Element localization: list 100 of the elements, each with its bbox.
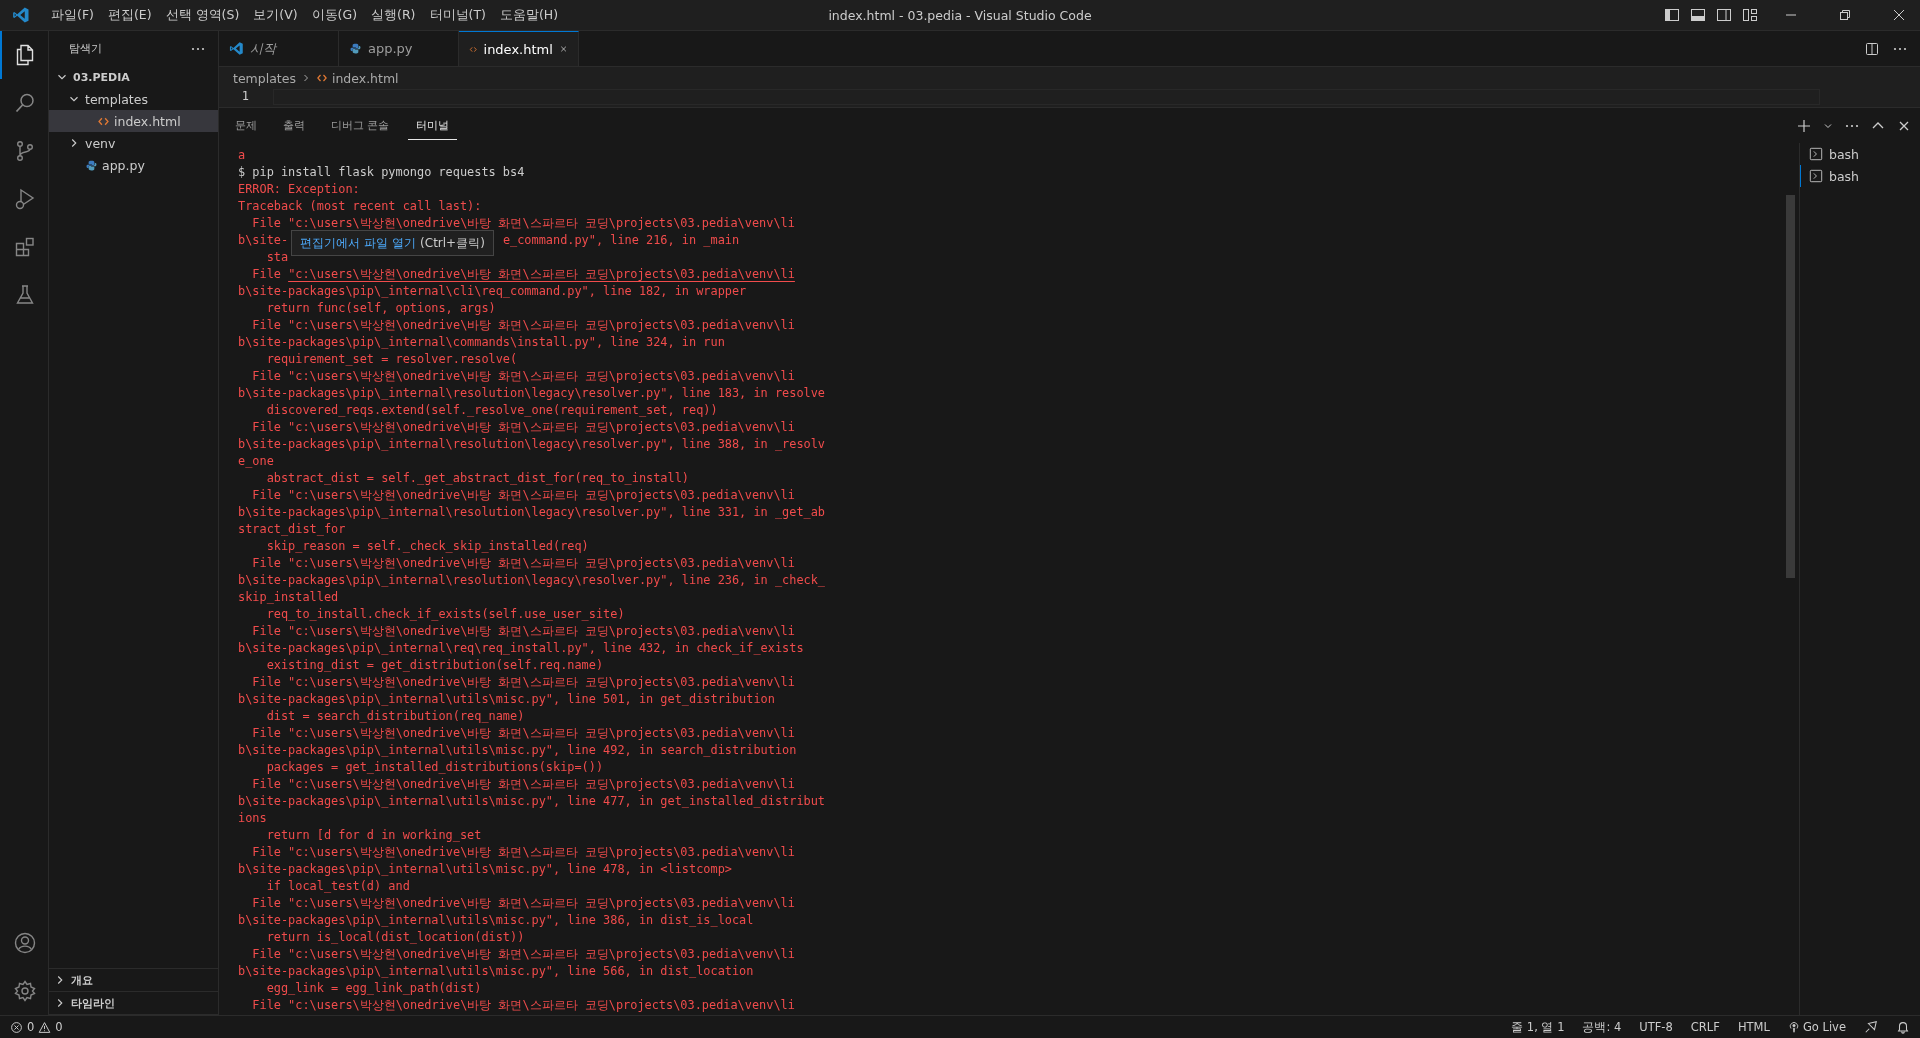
tooltip-link[interactable]: 편집기에서 파일 열기 [300,234,417,252]
menu-item[interactable]: 보기(V) [246,0,305,30]
split-editor-icon[interactable] [1864,40,1880,57]
terminal-line: return func(self, options, args) [265,301,496,315]
toggle-secondary-sidebar-icon[interactable] [1716,7,1732,23]
terminal-line: b\site- [238,233,289,247]
python-file-icon [85,158,98,172]
terminal-line: b\site-packages\pip\_internal\utils\misc.py", line 501, in get_distribution [238,692,775,706]
terminal-line: sta [265,250,289,264]
terminal-line: File "c:\users\박상현\onedrive\바탕 화면\스파르타 코딩\projects\03.pedia\venv\li [251,947,795,961]
menu-item[interactable]: 편집(E) [100,0,159,30]
terminal-line: File "c:\users\박상현\onedrive\바탕 화면\스파르타 코딩\projects\03.pedia\venv\li [251,420,795,434]
status-item[interactable]: CRLF [1690,1020,1720,1034]
tree-item[interactable]: templates [49,88,218,110]
panel-tab[interactable]: 문제 [227,112,265,139]
status-item[interactable]: UTF-8 [1639,1020,1673,1034]
terminal-line: return [d for d in working_set [265,828,482,842]
menu-item[interactable]: 선택 영역(S) [158,0,247,30]
terminal-line: File "c:\users\박상현\onedrive\바탕 화면\스파르타 코딩\projects\03.pedia\venv\li [251,216,795,230]
terminal-line: return is_local(dist_location(dist)) [265,930,525,944]
terminal-icon [1809,147,1823,161]
feedback-icon[interactable] [1864,1020,1878,1034]
terminal-line: ERROR: Exception: [238,182,360,196]
status-item[interactable]: HTML [1737,1020,1770,1034]
terminal-line: File "c:\users\박상현\onedrive\바탕 화면\스파르타 코딩\projects\03.pedia\venv\li [251,369,795,383]
terminal-line: File "c:\users\박상현\onedrive\바탕 화면\스파르타 코딩\projects\03.pedia\venv\li [251,777,795,791]
editor-tab[interactable]: 시작 [219,31,339,66]
terminal-line: discovered_reqs.extend(self._resolve_one(requirement_set, req)) [265,403,718,417]
line-number: 1 [240,89,249,105]
panel-tab[interactable]: 출력 [275,112,313,139]
restore-icon[interactable] [1837,7,1853,23]
terminal-list-item[interactable]: bash [1800,165,1920,187]
status-item[interactable]: 줄 1, 열 1 [1511,1019,1565,1035]
terminal-line: b\site-packages\pip\_internal\utils\misc.py", line 566, in dist_location [238,964,754,978]
section-header[interactable]: 개요 [49,969,218,992]
window-title: index.html - 03.pedia - Visual Studio Code [828,7,1092,23]
terminal-line: e_command.py", line 216, in _main [502,233,740,247]
sidebar-title: 탐색기 [69,41,102,56]
terminal-line: b\site-packages\pip\_internal\cli\req_command.py", line 182, in wrapper [238,284,747,298]
panel-tab[interactable]: 터미널 [407,111,457,140]
new-terminal-icon[interactable] [1796,117,1812,134]
terminal-line: File "c:\users\박상현\onedrive\바탕 화면\스파르타 코딩\projects\03.pedia\venv\li [251,556,795,570]
terminal-line: dist = search_distribution(req_name) [265,709,525,723]
warning-icon[interactable] [38,1020,52,1034]
tree-item[interactable]: index.html [49,110,218,132]
terminal-line: abstract_dist = self._get_abstract_dist_for(req_to_install) [265,471,689,485]
broadcast-icon [1787,1021,1800,1033]
terminal-line: File "c:\users\박상현\onedrive\바탕 화면\스파르타 코딩\projects\03.pedia\venv\li [251,624,795,638]
terminal-line: b\site-packages\pip\_internal\commands\install.py", line 324, in run [238,335,725,349]
terminal-line: File "c:\users\박상현\onedrive\바탕 화면\스파르타 코딩\projects\03.pedia\venv\li [251,675,795,689]
terminal-line: skip_installed [238,590,339,604]
menu-item[interactable]: 이동(G) [304,0,365,30]
file-path-link[interactable]: "c:\users\박상현\onedrive\바탕 화면\스파르타 코딩\projects\03.pedia\venv\li [288,267,795,281]
menu-item[interactable]: 도움말(H) [492,0,566,30]
terminal-line: File "c:\users\박상현\onedrive\바탕 화면\스파르타 코딩\projects\03.pedia\venv\li [251,726,795,740]
tooltip-hint: (Ctrl+클릭) [420,234,485,252]
terminal-line: b\site-packages\pip\_internal\resolution\legacy\resolver.py", line 236, in _check_ [238,573,826,587]
html-file-icon [315,72,328,84]
go-live-button[interactable]: Go Live [1787,1020,1846,1034]
terminal-line: File [251,267,282,281]
warning-count: 0 [55,1020,63,1034]
toggle-sidebar-icon[interactable] [1664,7,1680,23]
terminal-line: existing_dist = get_distribution(self.req.name) [265,658,604,672]
terminal-line: b\site-packages\pip\_internal\utils\misc.py", line 386, in dist_is_local [238,913,754,927]
terminal-line: packages = get_installed_distributions(skip=()) [265,760,604,774]
terminal-line: b\site-packages\pip\_internal\utils\misc.py", line 478, in <listcomp> [238,862,732,876]
vscode-logo-icon [229,41,244,56]
terminal-line: File "c:\users\박상현\onedrive\바탕 화면\스파르타 코딩\projects\03.pedia\venv\li [251,845,795,859]
python-file-icon [349,42,362,55]
status-item[interactable]: 공백: 4 [1582,1019,1622,1035]
layout-icon[interactable] [1742,7,1758,23]
terminal-list-item[interactable]: bash [1800,143,1920,165]
panel-tab[interactable]: 디버그 콘솔 [323,112,398,139]
editor-tab[interactable]: index.html [459,31,579,66]
terminal-line: e_one [238,454,274,468]
menu-item[interactable]: 터미널(T) [422,0,493,30]
error-icon[interactable] [10,1020,23,1034]
terminal-line: Traceback (most recent call last): [238,199,482,213]
tree-item[interactable]: 03.PEDIA [49,66,218,88]
bell-icon[interactable] [1896,1020,1910,1034]
terminal-line: File "c:\users\박상현\onedrive\바탕 화면\스파르타 코딩\projects\03.pedia\venv\li [251,488,795,502]
terminal-line: b\site-packages\pip\_internal\resolution\legacy\resolver.py", line 388, in _resolv [238,437,826,451]
breadcrumb-item[interactable]: index.html [331,70,399,86]
app-logo-icon [12,6,30,24]
breadcrumb-item[interactable]: templates [233,70,296,86]
terminal-line: requirement_set = resolver.resolve( [265,352,518,366]
tree-item[interactable]: venv [49,132,218,154]
tree-item[interactable]: app.py [49,154,218,176]
terminal-line: b\site-packages\pip\_internal\resolution\legacy\resolver.py", line 183, in resolve [238,386,826,400]
toggle-panel-icon[interactable] [1690,7,1706,23]
close-icon[interactable] [1891,7,1907,23]
terminal-line: b\site-packages\pip\_internal\resolution\legacy\resolver.py", line 331, in _get_ab [238,505,826,519]
terminal-line: $ pip install flask pymongo requests bs4 [238,165,525,179]
terminal-line: File "c:\users\박상현\onedrive\바탕 화면\스파르타 코딩\projects\03.pedia\venv\li [251,896,795,910]
menu-item[interactable]: 파일(F) [44,0,101,30]
terminal-line: ions [238,811,267,825]
terminal-line: b\site-packages\pip\_internal\req\req_install.py", line 432, in check_if_exists [238,641,804,655]
terminal-line: stract_dist_for [238,522,346,536]
menu-item[interactable]: 실행(R) [364,0,423,30]
scrollbar[interactable] [1786,195,1795,578]
